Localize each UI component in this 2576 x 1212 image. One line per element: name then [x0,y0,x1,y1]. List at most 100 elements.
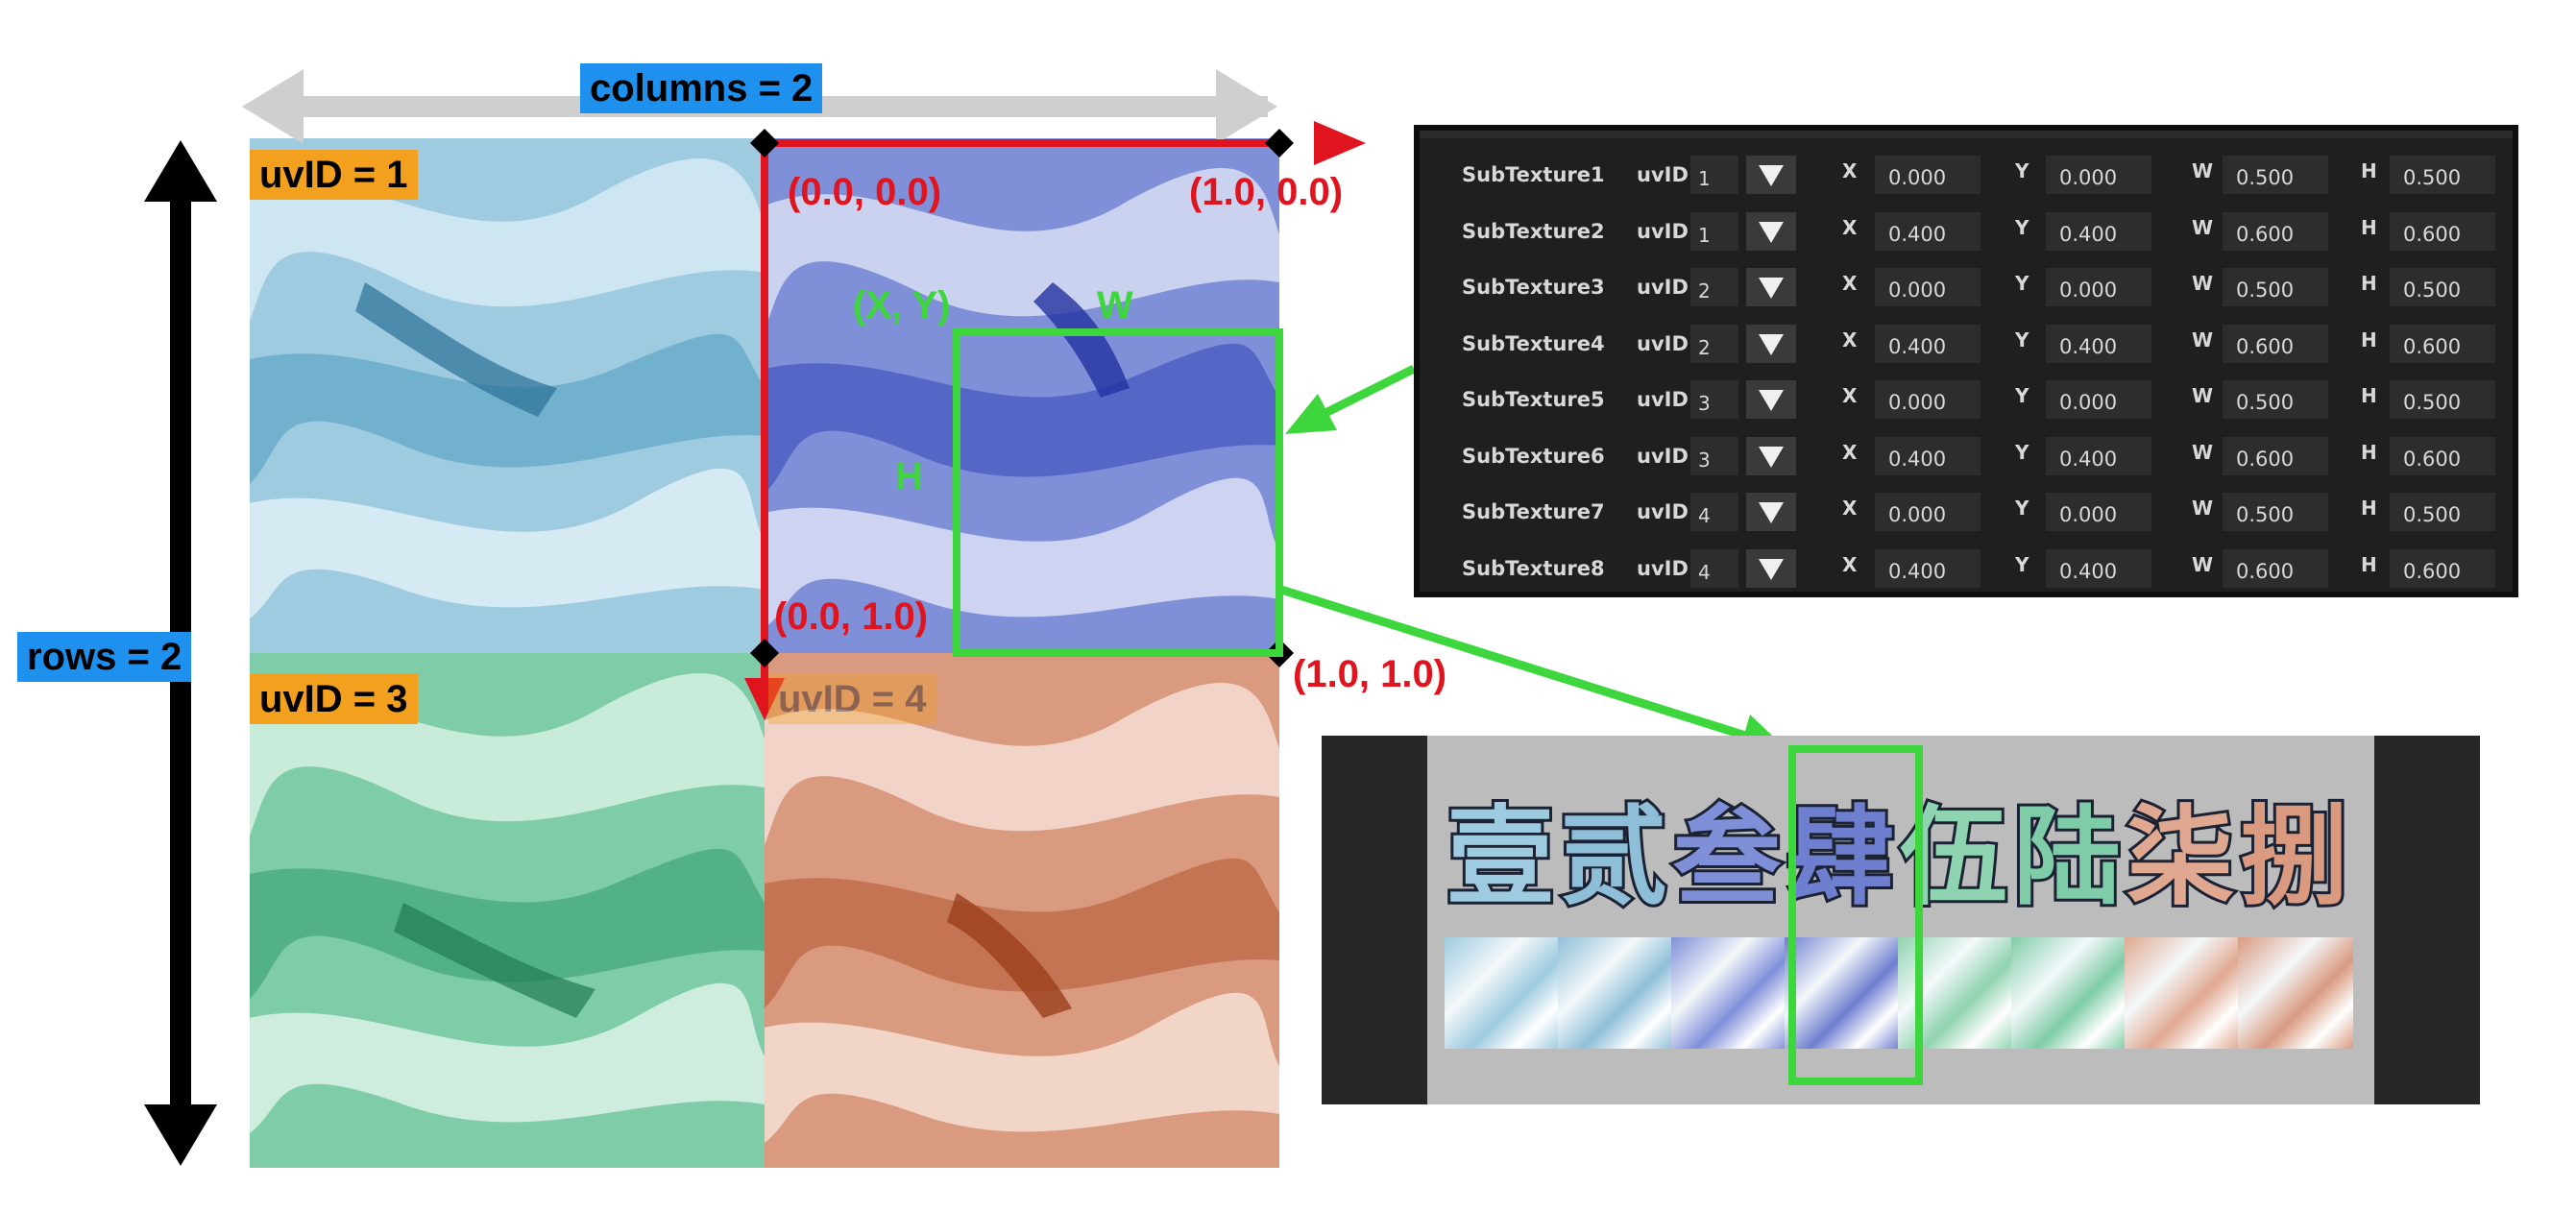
uvid-dropdown[interactable] [1746,211,1796,251]
coord-top-right: (1.0, 0.0) [1189,171,1344,213]
uvid-label: uvID [1637,556,1689,580]
subtexture-row: SubTexture5 uvID 3 X 0.000 Y 0.000 W 0.500 H 0.500 [1420,371,2513,426]
x-label: X [1842,272,1858,295]
uvid-dropdown[interactable] [1746,156,1796,194]
y-field[interactable]: 0.000 [2046,156,2151,194]
preview-glyph: 捌 [2237,792,2350,923]
y-label: Y [2015,497,2029,520]
subtexture-row: SubTexture1 uvID 1 X 0.000 Y 0.000 W 0.500 H 0.500 [1420,146,2513,202]
y-field[interactable]: 0.000 [2046,380,2151,419]
subtexture-name: SubTexture5 [1462,388,1605,411]
h-field[interactable]: 0.500 [2390,156,2495,194]
x-field[interactable]: 0.000 [1875,380,1981,419]
preview-glyph: 陆 [2010,792,2124,923]
uvid-label: uvID [1637,444,1689,468]
w-field[interactable]: 0.500 [2223,156,2328,194]
uvid-dropdown[interactable] [1746,436,1796,475]
uvid-field[interactable]: 1 [1690,156,1738,194]
y-label: Y [2015,440,2029,464]
y-label: Y [2015,384,2029,407]
x-field[interactable]: 0.400 [1875,436,1981,475]
x-label: X [1842,497,1858,520]
w-field[interactable]: 0.500 [2223,493,2328,531]
x-field[interactable]: 0.400 [1875,211,1981,251]
uvid-label: uvID [1637,219,1689,243]
y-label: Y [2015,327,2029,351]
uvid-label: uvID [1637,163,1689,186]
preview-swatch [2238,937,2353,1049]
w-field[interactable]: 0.600 [2223,211,2328,251]
subtexture-name: SubTexture6 [1462,444,1605,468]
chevron-down-icon [1759,446,1784,468]
w-field[interactable]: 0.500 [2223,268,2328,306]
uvid-field[interactable]: 2 [1690,268,1738,306]
uvid-label: uvID [1637,276,1689,299]
w-field[interactable]: 0.600 [2223,436,2328,475]
w-field[interactable]: 0.500 [2223,380,2328,419]
y-field[interactable]: 0.000 [2046,268,2151,306]
h-label: H [2361,272,2377,295]
uvid-field[interactable]: 4 [1690,548,1738,588]
x-field[interactable]: 0.400 [1875,548,1981,588]
h-field[interactable]: 0.600 [2390,324,2495,363]
uvid-label: uvID [1637,388,1689,411]
x-field[interactable]: 0.000 [1875,156,1981,194]
y-label: Y [2015,215,2029,239]
subtexture-row: SubTexture3 uvID 2 X 0.000 Y 0.000 W 0.500 H 0.500 [1420,258,2513,314]
uvid-field[interactable]: 1 [1690,211,1738,251]
subtexture-name: SubTexture3 [1462,276,1605,299]
h-field[interactable]: 0.500 [2390,380,2495,419]
subtexture-row: SubTexture6 uvID 3 X 0.400 Y 0.400 W 0.600 H 0.600 [1420,427,2513,483]
h-field[interactable]: 0.600 [2390,548,2495,588]
w-label: W [2192,440,2214,464]
h-field[interactable]: 0.600 [2390,211,2495,251]
subtexture-row: SubTexture7 uvID 4 X 0.000 Y 0.000 W 0.500 H 0.500 [1420,483,2513,539]
h-label: H [2361,440,2377,464]
y-field[interactable]: 0.400 [2046,211,2151,251]
x-field[interactable]: 0.000 [1875,493,1981,531]
y-label: Y [2015,552,2029,576]
w-label: W [2192,497,2214,520]
w-field[interactable]: 0.600 [2223,324,2328,363]
x-field[interactable]: 0.000 [1875,268,1981,306]
h-field[interactable]: 0.500 [2390,493,2495,531]
uvid-field[interactable]: 4 [1690,493,1738,531]
h-field[interactable]: 0.600 [2390,436,2495,475]
uvid-dropdown[interactable] [1746,324,1796,363]
subtexture-row: SubTexture8 uvID 4 X 0.400 Y 0.400 W 0.600 H 0.600 [1420,540,2513,595]
h-label: H [2361,384,2377,407]
uvid-dropdown[interactable] [1746,548,1796,588]
preview-swatch [1558,937,1673,1049]
w-label: W [2192,552,2214,576]
w-label: W [2192,272,2214,295]
x-label: X [1842,327,1858,351]
w-label: W [2192,159,2214,182]
uvid-field[interactable]: 2 [1690,324,1738,363]
uvid-field[interactable]: 3 [1690,436,1738,475]
render-preview: 壹贰叁肆伍陆柒捌 [1322,736,2480,1104]
y-field[interactable]: 0.400 [2046,324,2151,363]
uvid-dropdown[interactable] [1746,493,1796,531]
chevron-down-icon [1759,278,1784,299]
coord-top-left: (0.0, 0.0) [788,171,942,213]
coord-bottom-right: (1.0, 1.0) [1293,653,1447,695]
y-field[interactable]: 0.400 [2046,548,2151,588]
coord-bottom-left: (0.0, 1.0) [774,595,929,638]
preview-swatch [2011,937,2126,1049]
uvid-field[interactable]: 3 [1690,380,1738,419]
uvid-dropdown[interactable] [1746,268,1796,306]
subtexture-row: SubTexture2 uvID 1 X 0.400 Y 0.400 W 0.600 H 0.600 [1420,203,2513,258]
uvid-3-badge: uvID = 3 [250,674,418,724]
w-label: W [2192,384,2214,407]
y-field[interactable]: 0.000 [2046,493,2151,531]
y-label: Y [2015,272,2029,295]
chevron-down-icon [1759,165,1784,186]
w-field[interactable]: 0.600 [2223,548,2328,588]
w-label: W [2192,215,2214,239]
uvid-4-badge: uvID = 4 [768,674,936,724]
uvid-dropdown[interactable] [1746,380,1796,419]
y-field[interactable]: 0.400 [2046,436,2151,475]
x-field[interactable]: 0.400 [1875,324,1981,363]
h-field[interactable]: 0.500 [2390,268,2495,306]
x-label: X [1842,552,1858,576]
